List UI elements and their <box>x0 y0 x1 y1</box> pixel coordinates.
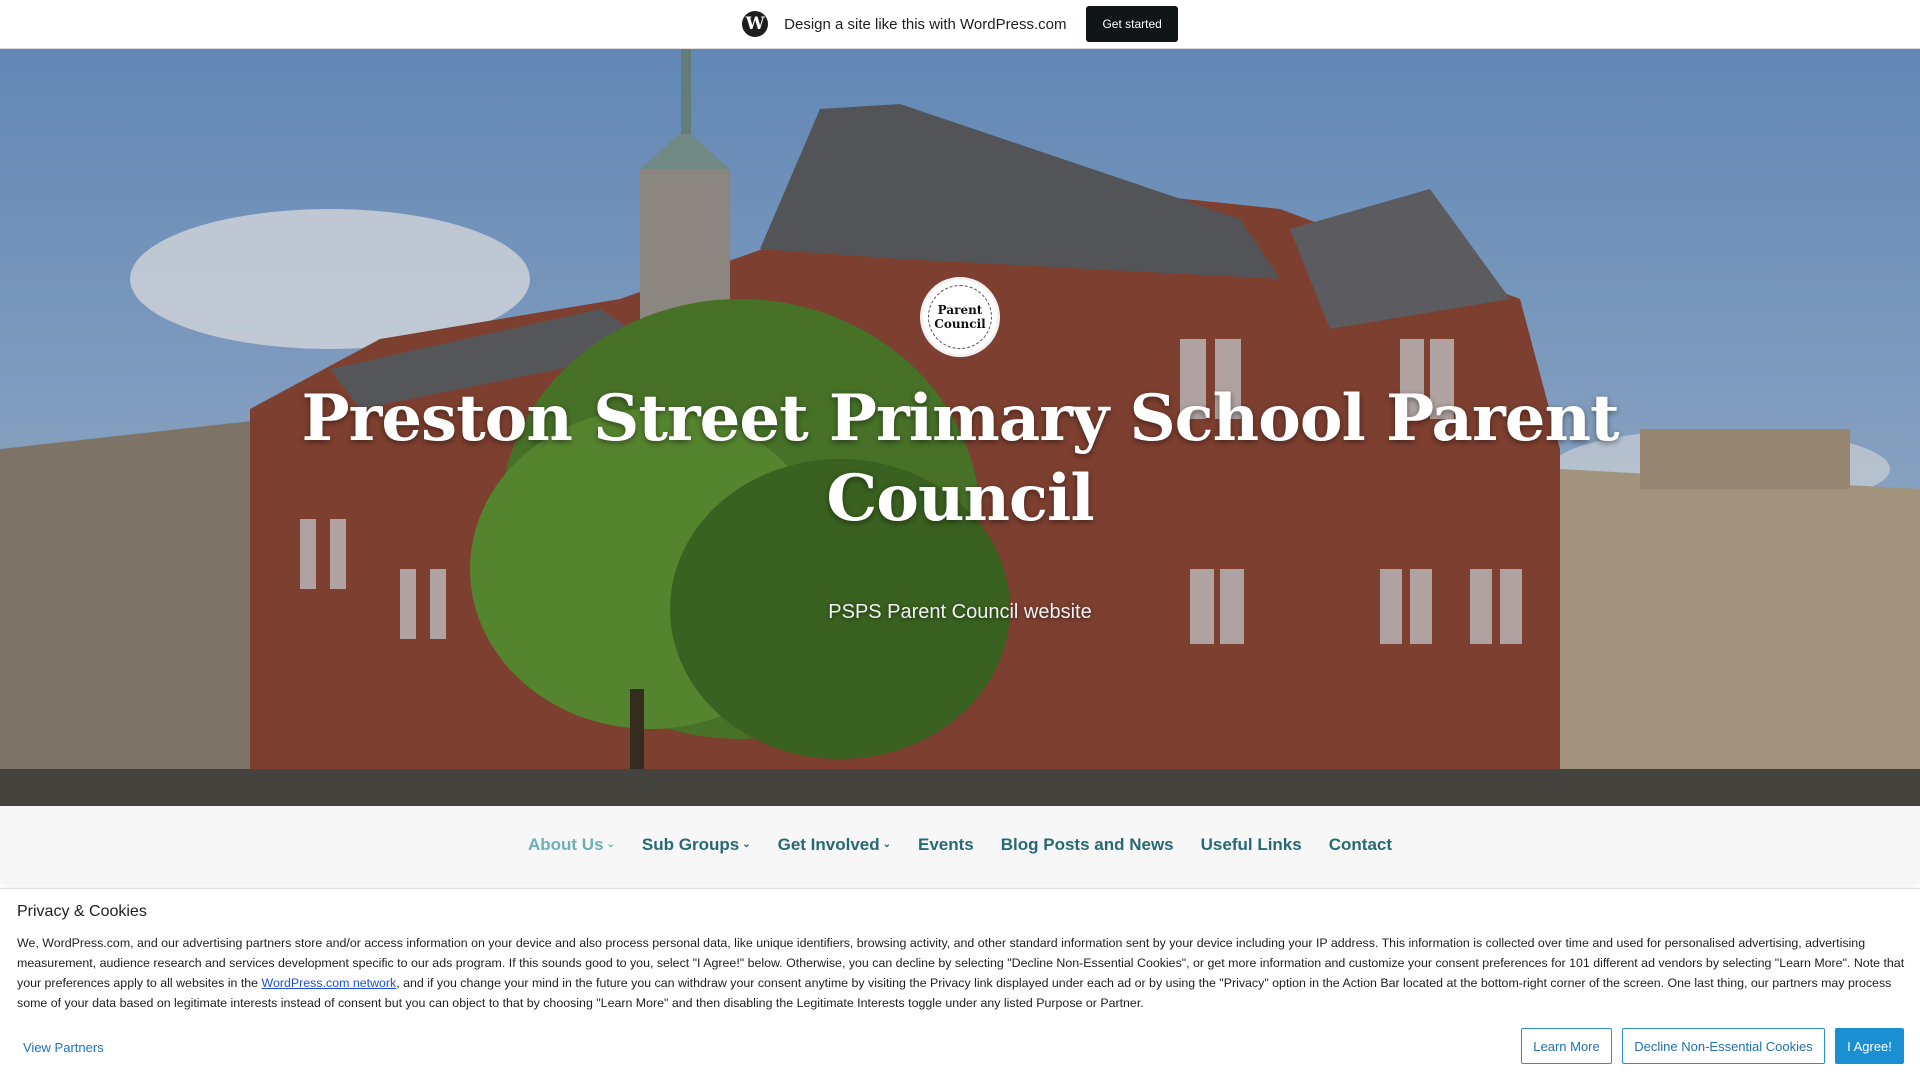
chevron-down-icon: ⌄ <box>606 838 615 850</box>
logo-emblem: Parent Council <box>928 285 992 349</box>
site-tagline: PSPS Parent Council website <box>828 601 1092 623</box>
nav-item-label: Get Involved <box>777 835 880 854</box>
cookie-banner-actions: View Partners Learn More Decline Non-Ess… <box>0 1028 1920 1068</box>
parent-council-logo[interactable]: Parent Council <box>920 277 1000 357</box>
cookie-banner-text: We, WordPress.com, and our advertising p… <box>17 933 1907 1013</box>
main-navigation: About Us ⌄ Sub Groups ⌄ Get Involved ⌄ E… <box>0 806 1920 884</box>
wordpress-logo-icon[interactable]: W <box>742 11 769 37</box>
nav-item-label: Useful Links <box>1200 835 1302 854</box>
learn-more-button[interactable]: Learn More <box>1521 1028 1612 1064</box>
wordpress-network-link[interactable]: WordPress.com network <box>262 976 397 990</box>
nav-item-contact[interactable]: Contact <box>1329 835 1392 855</box>
nav-item-label: Blog Posts and News <box>1000 835 1174 854</box>
nav-item-sub-groups[interactable]: Sub Groups ⌄ <box>642 835 751 855</box>
site-header-hero: Parent Council Preston Street Primary Sch… <box>0 49 1920 806</box>
agree-button[interactable]: I Agree! <box>1835 1028 1904 1064</box>
view-partners-link[interactable]: View Partners <box>23 1040 104 1055</box>
cookie-banner-title: Privacy & Cookies <box>17 903 147 920</box>
nav-item-events[interactable]: Events <box>918 835 974 855</box>
nav-item-label: Contact <box>1328 835 1393 854</box>
decline-cookies-button[interactable]: Decline Non-Essential Cookies <box>1622 1028 1825 1064</box>
get-started-button[interactable]: Get started <box>1086 6 1178 42</box>
logo-text-line2: Council <box>934 317 986 331</box>
logo-text-line1: Parent <box>937 303 983 317</box>
promo-text[interactable]: Design a site like this with WordPress.c… <box>784 16 1066 33</box>
nav-item-label: Events <box>918 835 974 854</box>
chevron-down-icon: ⌄ <box>742 838 751 850</box>
wordpress-promo-bar: W Design a site like this with WordPress… <box>0 0 1920 49</box>
nav-item-label: Sub Groups <box>641 835 740 854</box>
nav-item-blog-posts-and-news[interactable]: Blog Posts and News <box>1001 835 1174 855</box>
cookie-consent-banner: Privacy & Cookies We, WordPress.com, and… <box>0 888 1920 1080</box>
nav-item-about-us[interactable]: About Us ⌄ <box>528 835 615 855</box>
site-title[interactable]: Preston Street Primary School Parent Cou… <box>300 379 1620 539</box>
nav-item-get-involved[interactable]: Get Involved ⌄ <box>778 835 891 855</box>
nav-item-useful-links[interactable]: Useful Links <box>1201 835 1302 855</box>
nav-item-label: About Us <box>527 835 604 854</box>
chevron-down-icon: ⌄ <box>882 838 892 850</box>
